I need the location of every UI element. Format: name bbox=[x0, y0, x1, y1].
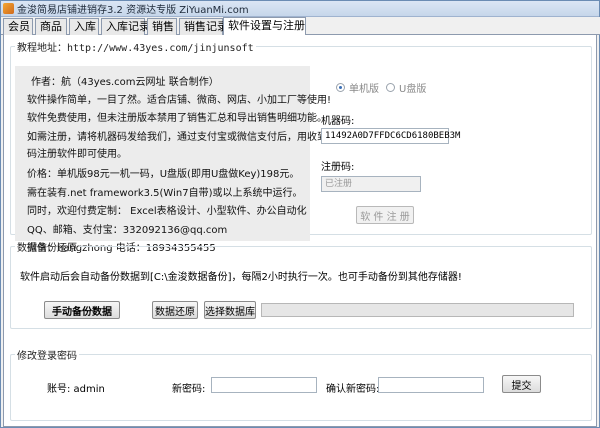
restore-button[interactable]: 数据还原 bbox=[152, 301, 198, 319]
tab-stock-in-records[interactable]: 入库记录 bbox=[101, 18, 150, 35]
password-group: 修改登录密码 账号: admin 新密码: 确认新密码: 提交 bbox=[10, 347, 592, 421]
manual-backup-button[interactable]: 手动备份数据 bbox=[44, 301, 120, 319]
title-bar: 金浚简易店铺进销存3.2 资源达专版 ZiYuanMi.com bbox=[1, 1, 599, 17]
tab-members[interactable]: 会员 bbox=[3, 18, 33, 35]
radio-standalone-label: 单机版 bbox=[349, 84, 379, 95]
info-line-author: 作者：航（43yes.com云网址 联合制作） bbox=[31, 77, 219, 88]
new-password-label: 新密码: bbox=[172, 384, 206, 395]
radio-usb[interactable]: U盘版 bbox=[386, 80, 426, 95]
info-line-free: 软件免费使用，但未注册版本禁用了销售汇总和导出销售明细功能。 bbox=[27, 113, 327, 124]
radio-usb-label: U盘版 bbox=[399, 84, 427, 95]
info-line-requirement: 需在装有.net framework3.5(Win7自带)或以上系统中运行。 bbox=[27, 188, 303, 199]
backup-legend: 数据备份还原 bbox=[17, 243, 77, 254]
reg-code-field[interactable]: 已注册 bbox=[321, 176, 421, 192]
info-line-custom: 同时，欢迎付费定制： Excel表格设计、小型软件、办公自动化 bbox=[27, 206, 307, 217]
submit-password-button[interactable]: 提交 bbox=[502, 375, 541, 393]
tutorial-legend: 教程地址：http://www.43yes.com/jinjunsoft bbox=[17, 43, 254, 54]
window-title: 金浚简易店铺进销存3.2 资源达专版 ZiYuanMi.com bbox=[17, 5, 249, 16]
machine-code-field[interactable]: 11492A0D7FFDC6CD6180BEB3M bbox=[321, 128, 460, 144]
info-line-register-1: 如需注册，请将机器码发给我们，通过支付宝或微信支付后，用收到的注册 bbox=[27, 132, 357, 143]
choose-database-button[interactable]: 选择数据库 bbox=[204, 301, 256, 319]
confirm-password-field[interactable] bbox=[378, 377, 484, 393]
tab-sales[interactable]: 销售 bbox=[147, 18, 177, 35]
tab-settings-registration[interactable]: 软件设置与注册 bbox=[223, 17, 306, 36]
info-line-usage: 软件操作简单，一目了然。适合店铺、微商、网店、小加工厂等使用! bbox=[27, 95, 332, 106]
tab-strip: 会员 商品 入库 入库记录 销售 销售记录 软件设置与注册 bbox=[1, 17, 600, 36]
tutorial-group: 教程地址：http://www.43yes.com/jinjunsoft 作者：… bbox=[10, 39, 592, 254]
info-box: 作者：航（43yes.com云网址 联合制作） 软件操作简单，一目了然。适合店铺… bbox=[15, 66, 357, 254]
radio-standalone[interactable]: 单机版 bbox=[336, 80, 379, 95]
register-button[interactable]: 软 件 注 册 bbox=[356, 206, 414, 224]
confirm-password-label: 确认新密码: bbox=[326, 384, 380, 395]
info-line-register-2: 码注册软件即可使用。 bbox=[27, 149, 127, 160]
machine-code-label: 机器码: bbox=[321, 116, 355, 127]
info-line-contact-qq: QQ、邮箱、支付宝：332092136@qq.com bbox=[27, 225, 228, 236]
tab-stock-in[interactable]: 入库 bbox=[69, 18, 99, 35]
radio-unselected-icon bbox=[386, 83, 395, 92]
reg-code-label: 注册码: bbox=[321, 162, 355, 173]
backup-progress-bar bbox=[261, 303, 574, 317]
app-logo-icon bbox=[3, 3, 14, 14]
account-label: 账号: admin bbox=[47, 384, 105, 395]
tab-products[interactable]: 商品 bbox=[35, 18, 67, 35]
backup-description: 软件启动后会自动备份数据到[C:\金浚数据备份]，每隔2小时执行一次。也可手动备… bbox=[20, 272, 462, 283]
radio-selected-icon bbox=[336, 83, 345, 92]
password-legend: 修改登录密码 bbox=[17, 351, 77, 362]
info-line-price: 价格：单机版98元一机一码，U盘版(即用U盘做Key)198元。 bbox=[27, 169, 300, 180]
settings-panel: 教程地址：http://www.43yes.com/jinjunsoft 作者：… bbox=[3, 35, 597, 427]
new-password-field[interactable] bbox=[211, 377, 317, 393]
tab-sales-records[interactable]: 销售记录 bbox=[179, 18, 228, 35]
app-window: 金浚简易店铺进销存3.2 资源达专版 ZiYuanMi.com 会员 商品 入库… bbox=[0, 0, 600, 428]
backup-group: 数据备份还原 软件启动后会自动备份数据到[C:\金浚数据备份]，每隔2小时执行一… bbox=[10, 239, 592, 329]
